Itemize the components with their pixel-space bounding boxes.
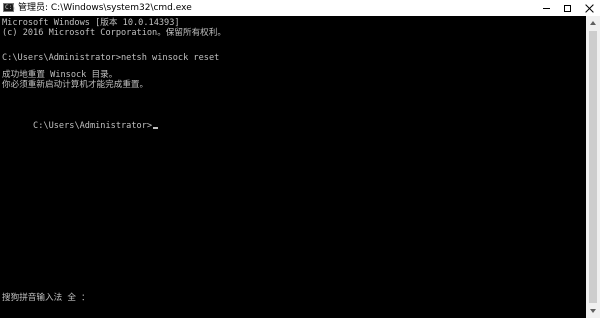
arrow-down-icon bbox=[590, 309, 596, 313]
console-line-command: C:\Users\Administrator>netsh winsock res… bbox=[2, 53, 220, 63]
minimize-icon bbox=[542, 7, 550, 9]
scroll-thumb[interactable] bbox=[589, 31, 597, 303]
minimize-button[interactable] bbox=[536, 0, 556, 16]
text-cursor bbox=[153, 127, 159, 129]
close-icon bbox=[585, 4, 594, 13]
console-prompt-line[interactable]: C:\Users\Administrator> bbox=[2, 111, 159, 131]
scroll-up-button[interactable] bbox=[586, 16, 600, 30]
close-button[interactable] bbox=[579, 0, 599, 16]
maximize-button[interactable] bbox=[557, 0, 577, 16]
maximize-icon bbox=[563, 4, 571, 12]
console-prompt: C:\Users\Administrator> bbox=[33, 121, 153, 131]
vertical-scrollbar[interactable] bbox=[586, 16, 600, 318]
console-line-result: 成功地重置 Winsock 目录。 bbox=[2, 70, 118, 80]
console-line-version: Microsoft Windows [版本 10.0.14393] bbox=[2, 18, 180, 28]
ime-status-bar: 搜狗拼音输入法 全 ： bbox=[2, 293, 90, 303]
window-title: 管理员: C:\Windows\system32\cmd.exe bbox=[18, 3, 192, 13]
console-output[interactable]: Microsoft Windows [版本 10.0.14393] (c) 20… bbox=[0, 16, 586, 318]
console-line-copyright: (c) 2016 Microsoft Corporation。保留所有权利。 bbox=[2, 28, 226, 38]
scroll-down-button[interactable] bbox=[586, 304, 600, 318]
arrow-up-icon bbox=[590, 21, 596, 25]
title-bar[interactable]: C:\ 管理员: C:\Windows\system32\cmd.exe bbox=[0, 0, 600, 16]
cmd-icon[interactable]: C:\ bbox=[3, 3, 16, 12]
cmd-window: C:\ 管理员: C:\Windows\system32\cmd.exe Mic… bbox=[0, 0, 600, 318]
console-line-restart-notice: 你必须重新启动计算机才能完成重置。 bbox=[2, 80, 149, 90]
